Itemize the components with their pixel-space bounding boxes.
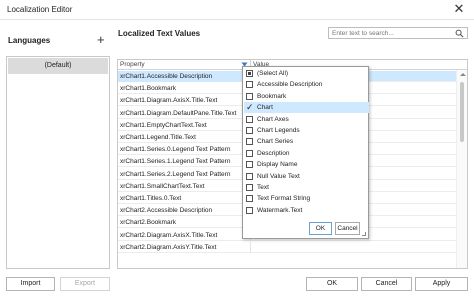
filter-option[interactable]: Watermark.Text (244, 205, 369, 216)
property-cell[interactable]: xrChart1.Bookmark (118, 83, 251, 95)
import-button[interactable]: Import (6, 277, 55, 291)
property-cell[interactable]: xrChart1.Series.0.Legend Text Pattern (118, 144, 251, 156)
add-language-button[interactable]: + (97, 33, 105, 46)
filter-option[interactable]: Chart Legends (244, 125, 369, 136)
filter-option[interactable]: Text Format String (244, 193, 369, 204)
localized-values-header: Localized Text Values (118, 29, 201, 38)
window-title: Localization Editor (7, 5, 73, 14)
filter-option[interactable]: Bookmark (244, 91, 369, 102)
property-cell[interactable]: xrChart1.Diagram.DefaultPane.Title.Text (118, 107, 251, 119)
ok-button[interactable]: OK (306, 277, 358, 291)
search-box[interactable] (328, 27, 468, 39)
languages-header: Languages (8, 36, 51, 45)
checkbox[interactable] (246, 161, 253, 169)
filter-option-label: Null Value Text (257, 172, 300, 180)
property-cell[interactable]: xrChart2.Accessible Description (118, 205, 251, 217)
column-header-property[interactable]: Property (118, 60, 251, 70)
filter-popup[interactable]: (Select All) Accessible Description Bookma… (242, 66, 369, 239)
filter-cancel-button[interactable]: Cancel (335, 222, 360, 235)
checkbox[interactable] (246, 102, 254, 113)
filter-option-label: Text (257, 184, 269, 191)
filter-option-label: Chart (257, 104, 273, 112)
resize-grip-icon[interactable] (362, 232, 366, 236)
filter-option[interactable]: Null Value Text (244, 171, 369, 182)
filter-option[interactable]: (Select All) (244, 68, 369, 79)
property-cell[interactable]: xrChart2.Bookmark (118, 217, 251, 229)
filter-option[interactable]: Display Name (244, 159, 369, 170)
scroll-up-arrow-icon[interactable] (460, 73, 466, 76)
filter-option[interactable]: Chart Axes (244, 114, 369, 125)
property-cell[interactable]: xrChart1.Diagram.AxisX.Title.Text (118, 95, 251, 107)
grid-scrollbar[interactable] (456, 70, 467, 268)
export-button[interactable]: Export (60, 277, 110, 291)
filter-option-label: Text Format String (257, 195, 311, 203)
search-input[interactable] (332, 28, 450, 38)
checkbox[interactable] (246, 70, 253, 77)
filter-ok-button[interactable]: OK (309, 222, 332, 235)
close-icon[interactable]: ✕ (452, 2, 466, 16)
checkbox[interactable] (246, 92, 253, 100)
property-cell[interactable]: xrChart2.Diagram.AxisY.Title.Text (118, 241, 251, 253)
filter-option-label: Description (257, 149, 290, 157)
filter-option-label: Display Name (257, 161, 298, 169)
checkbox[interactable] (246, 195, 253, 203)
languages-list[interactable]: (Default) (6, 56, 110, 269)
apply-button[interactable]: Apply (415, 277, 468, 291)
checkbox[interactable] (246, 138, 253, 146)
checkbox[interactable] (246, 206, 253, 214)
filter-option[interactable]: Text (244, 182, 369, 193)
filter-option-label: Accessible Description (257, 81, 323, 89)
checkbox[interactable] (246, 149, 253, 157)
filter-option-label: Chart Legends (257, 127, 300, 134)
filter-option[interactable]: Description (244, 148, 369, 159)
cancel-button[interactable]: Cancel (361, 277, 412, 291)
filter-option-label: Watermark.Text (257, 206, 303, 214)
filter-option[interactable]: Chart Series (244, 136, 369, 147)
filter-option-label: (Select All) (257, 70, 289, 77)
title-bar: Localization Editor ✕ (0, 0, 474, 20)
filter-option[interactable]: Accessible Description (244, 79, 369, 90)
property-cell[interactable]: xrChart1.SmallChartText.Text (118, 180, 251, 192)
filter-option[interactable]: Chart (244, 102, 369, 114)
language-item-default[interactable]: (Default) (8, 58, 108, 74)
checkbox[interactable] (246, 81, 253, 89)
filter-option-label: Chart Series (257, 138, 294, 146)
scroll-thumb[interactable] (460, 82, 464, 142)
property-cell[interactable]: xrChart2.Diagram.AxisX.Title.Text (118, 229, 251, 241)
filter-option-label: Chart Axes (257, 115, 289, 123)
checkbox[interactable] (246, 172, 253, 180)
property-cell[interactable]: xrChart1.Series.1.Legend Text Pattern (118, 156, 251, 168)
property-cell[interactable]: xrChart1.Accessible Description (118, 71, 251, 82)
search-icon[interactable] (455, 29, 464, 38)
table-row[interactable]: xrChart2.Diagram.AxisY.Title.Text (118, 241, 456, 253)
checkbox[interactable] (246, 184, 253, 191)
property-cell[interactable]: xrChart1.EmptyChartText.Text (118, 119, 251, 131)
property-cell[interactable]: xrChart1.Legend.Title.Text (118, 132, 251, 143)
property-cell[interactable]: xrChart1.Titles.0.Text (118, 193, 251, 204)
filter-option-label: Bookmark (257, 92, 287, 100)
property-cell[interactable]: xrChart1.Series.2.Legend Text Pattern (118, 168, 251, 180)
checkbox[interactable] (246, 127, 253, 134)
checkbox[interactable] (246, 115, 253, 123)
